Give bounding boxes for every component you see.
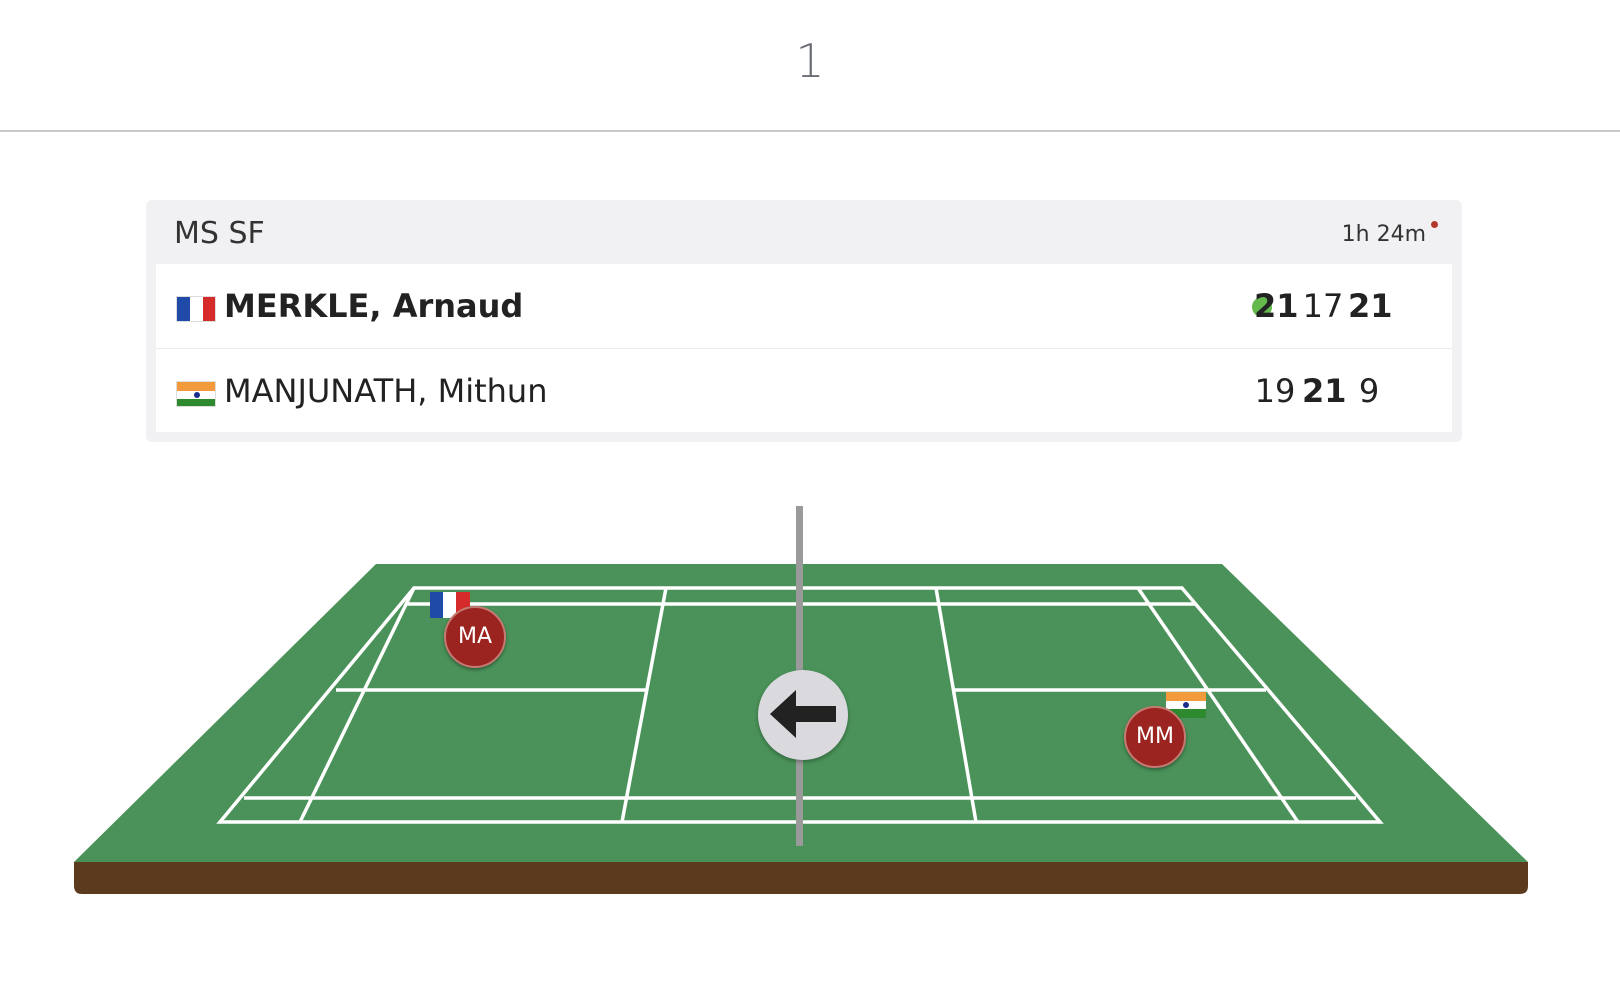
player-name: MANJUNATH, Mithun [224,372,548,410]
game-score: 21 [1254,287,1299,325]
player-marker[interactable]: MA [444,606,506,668]
arrow-left-icon [770,690,836,738]
serve-direction-button[interactable] [758,670,848,760]
match-card[interactable]: MS SF 1h 24m MERKLE, Arnaud 21 17 21 MAN… [146,200,1462,442]
france-flag-icon [176,296,216,322]
player-rows: MERKLE, Arnaud 21 17 21 MANJUNATH, Mithu… [156,264,1452,432]
court-header: 1 [0,0,1620,132]
player-marker[interactable]: MM [1124,706,1186,768]
game-score: 19 [1254,372,1296,410]
india-flag-icon [176,381,216,407]
game-score: 9 [1358,372,1380,410]
match-card-header: MS SF 1h 24m [146,200,1462,264]
live-indicator [1431,221,1438,228]
match-duration: 1h 24m [1341,222,1426,247]
game-score: 21 [1302,372,1347,410]
game-score: 21 [1348,287,1393,325]
court-base [74,862,1528,894]
game-score: 17 [1302,287,1344,325]
player-name: MERKLE, Arnaud [224,287,524,325]
player-row: MANJUNATH, Mithun 19 21 9 [156,349,1452,433]
court-number: 1 [795,34,825,88]
event-label: MS SF [174,216,265,251]
player-row: MERKLE, Arnaud 21 17 21 [156,264,1452,349]
